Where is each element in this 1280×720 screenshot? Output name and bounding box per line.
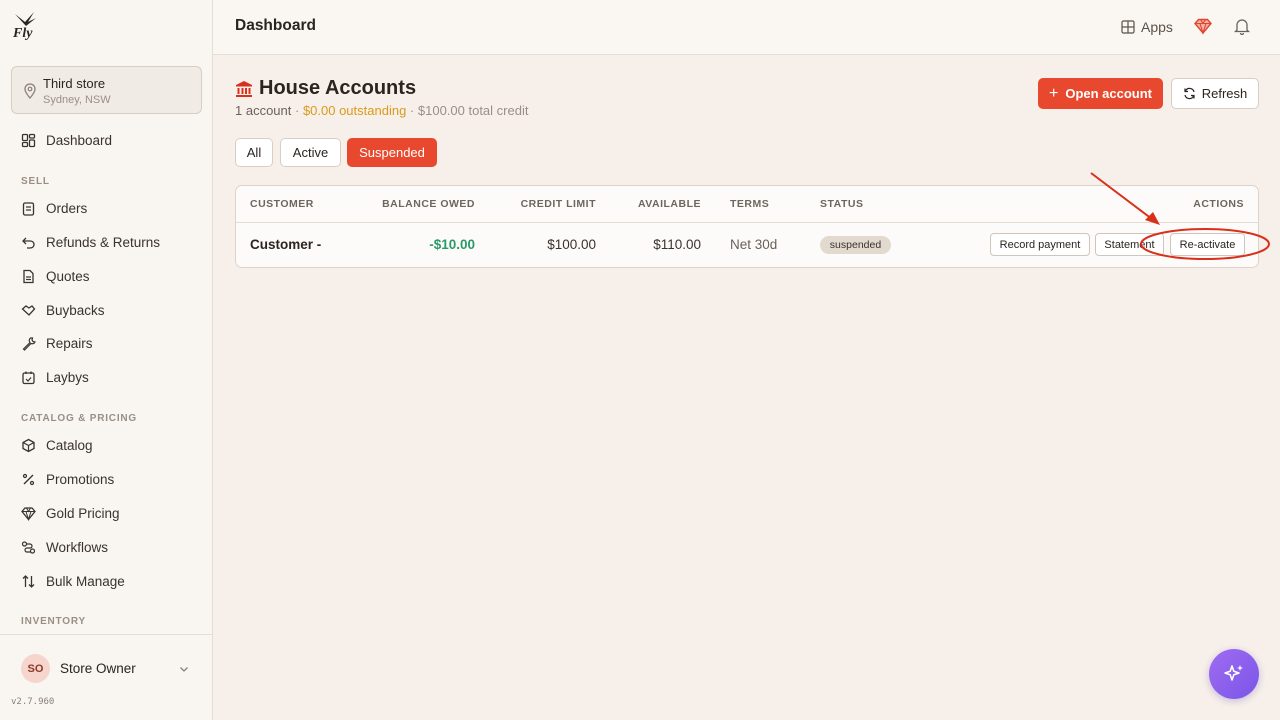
sidebar-item-label: Dashboard xyxy=(46,132,113,148)
sidebar-item-quotes[interactable]: Quotes xyxy=(0,261,212,291)
plus-icon: + xyxy=(1048,84,1059,102)
sidebar-item-promotions[interactable]: Promotions xyxy=(0,464,212,494)
apps-label: Apps xyxy=(1141,19,1173,35)
refresh-button[interactable]: Refresh xyxy=(1171,78,1259,109)
filter-all[interactable]: All xyxy=(235,138,273,167)
clipboard-icon xyxy=(22,201,35,216)
header-divider xyxy=(236,222,1258,223)
wrench-icon xyxy=(22,336,36,351)
sidebar-item-catalog[interactable]: Catalog xyxy=(0,430,212,460)
sidebar-item-label: Laybys xyxy=(46,369,89,385)
column-header-credit-limit: CREDIT LIMIT xyxy=(520,198,596,210)
section-sell: SELL xyxy=(21,176,50,187)
sidebar-item-workflows[interactable]: Workflows xyxy=(0,532,212,562)
sidebar-item-label: Bulk Manage xyxy=(46,573,125,589)
workflow-icon xyxy=(21,540,36,554)
total-credit: $100.00 total credit xyxy=(417,103,529,118)
undo-icon xyxy=(22,237,35,249)
version-label: v2.7.960 xyxy=(11,697,55,707)
summary-separator: · xyxy=(406,103,418,118)
sidebar-item-label: Quotes xyxy=(46,268,90,284)
sidebar-item-gold-pricing[interactable]: Gold Pricing xyxy=(0,498,212,528)
sidebar-item-label: Refunds & Returns xyxy=(46,234,161,250)
sort-arrows-icon xyxy=(22,574,35,588)
column-header-status: STATUS xyxy=(820,198,864,210)
cell-terms: Net 30d xyxy=(730,237,778,252)
box-icon xyxy=(22,438,35,452)
open-account-label: Open account xyxy=(1065,86,1153,101)
refresh-label: Refresh xyxy=(1201,86,1248,101)
refresh-icon xyxy=(1184,87,1195,100)
handshake-icon xyxy=(21,304,36,316)
column-header-balance: BALANCE OWED xyxy=(382,198,475,210)
outstanding-amount: $0.00 outstanding xyxy=(302,103,407,118)
sidebar-item-repairs[interactable]: Repairs xyxy=(0,328,212,358)
gem-icon[interactable] xyxy=(1194,17,1212,35)
calendar-check-icon xyxy=(22,371,35,384)
chevron-down-icon xyxy=(180,667,188,672)
accounts-table: CUSTOMER BALANCE OWED CREDIT LIMIT AVAIL… xyxy=(235,185,1259,268)
sidebar-item-label: Buybacks xyxy=(46,302,105,318)
status-badge: suspended xyxy=(820,236,891,254)
accounts-summary: 1 account · $0.00 outstanding · $100.00 … xyxy=(235,103,528,118)
sidebar-item-label: Gold Pricing xyxy=(46,505,120,521)
cell-credit-limit: $100.00 xyxy=(547,237,596,252)
user-menu[interactable]: SO Store Owner xyxy=(0,634,212,700)
bell-icon[interactable] xyxy=(1234,17,1250,35)
sparkles-icon xyxy=(1224,665,1243,681)
percent-icon xyxy=(22,473,35,485)
document-icon xyxy=(23,269,34,283)
filter-active[interactable]: Active xyxy=(280,138,341,167)
sidebar-item-label: Workflows xyxy=(46,539,109,555)
page-title: Dashboard xyxy=(235,17,316,34)
bank-icon xyxy=(236,81,252,97)
open-account-button[interactable]: + Open account xyxy=(1038,78,1163,109)
sidebar-item-label: Repairs xyxy=(46,335,93,351)
sidebar-item-refunds[interactable]: Refunds & Returns xyxy=(0,227,212,257)
avatar: SO xyxy=(21,654,50,683)
column-header-customer: CUSTOMER xyxy=(250,198,314,210)
section-inventory: INVENTORY xyxy=(21,616,86,627)
statement-button[interactable]: Statement xyxy=(1095,233,1164,256)
column-header-available: AVAILABLE xyxy=(637,198,701,210)
account-count: 1 account xyxy=(235,103,292,118)
grid-icon xyxy=(1121,20,1135,34)
sidebar: Fly Third store Sydney, NSW Dashboard SE… xyxy=(0,0,213,720)
apps-button[interactable]: Apps xyxy=(1121,17,1173,37)
cell-balance: -$10.00 xyxy=(429,237,475,252)
ai-assistant-button[interactable] xyxy=(1209,649,1259,699)
cell-available: $110.00 xyxy=(653,237,701,252)
store-location: Sydney, NSW xyxy=(43,94,111,106)
sidebar-item-label: Catalog xyxy=(46,437,93,453)
top-bar: Dashboard Apps xyxy=(213,0,1280,55)
sidebar-item-buybacks[interactable]: Buybacks xyxy=(0,295,212,325)
sidebar-item-dashboard[interactable]: Dashboard xyxy=(0,125,212,155)
logo-text: Fly xyxy=(13,26,33,41)
store-switcher[interactable]: Third store Sydney, NSW xyxy=(11,66,202,114)
section-catalog-pricing: CATALOG & PRICING xyxy=(21,413,138,424)
column-header-actions: ACTIONS xyxy=(1193,198,1244,210)
cell-customer[interactable]: Customer - xyxy=(250,237,321,252)
sidebar-item-label: Promotions xyxy=(46,471,115,487)
map-pin-icon xyxy=(24,83,36,99)
sidebar-item-orders[interactable]: Orders xyxy=(0,193,212,223)
store-name: Third store xyxy=(43,76,106,91)
reactivate-button[interactable]: Re-activate xyxy=(1170,233,1245,256)
user-name: Store Owner xyxy=(60,661,136,676)
section-title: House Accounts xyxy=(259,77,417,99)
filter-suspended[interactable]: Suspended xyxy=(347,138,437,167)
sidebar-item-bulk-manage[interactable]: Bulk Manage xyxy=(0,566,212,596)
sidebar-item-label: Orders xyxy=(46,200,88,216)
summary-separator: · xyxy=(291,103,303,118)
column-header-terms: TERMS xyxy=(730,198,770,210)
dashboard-icon xyxy=(21,133,36,147)
record-payment-button[interactable]: Record payment xyxy=(990,233,1090,256)
gem-icon xyxy=(21,506,36,521)
sidebar-item-laybys[interactable]: Laybys xyxy=(0,362,212,392)
